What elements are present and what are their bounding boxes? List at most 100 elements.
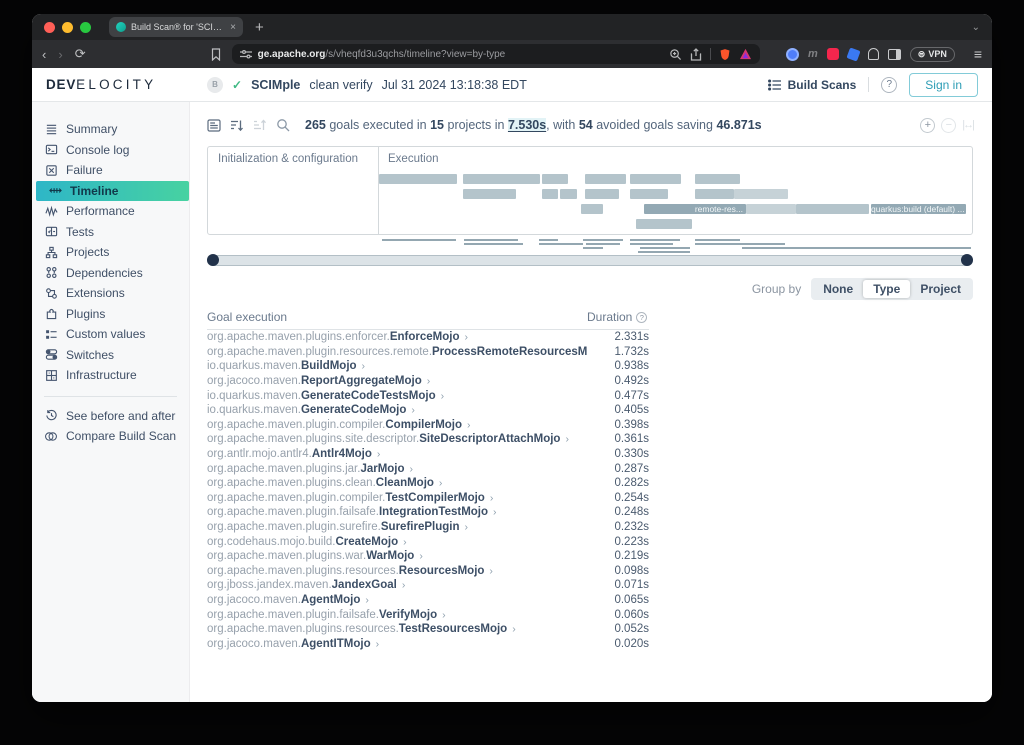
goal-link[interactable]: org.apache.maven.plugin.compiler.TestCom…: [207, 492, 587, 504]
zoom-page-icon[interactable]: [669, 48, 682, 61]
group-by-option-type[interactable]: Type: [863, 280, 910, 298]
red-extension-icon[interactable]: [827, 48, 839, 60]
sidebar-item-plugins[interactable]: Plugins: [32, 304, 189, 325]
sidebar-toggle-icon[interactable]: [888, 49, 901, 60]
timeline-bar-labeled[interactable]: quarkus:build (default) ...: [871, 204, 966, 214]
minimize-window-button[interactable]: [62, 22, 73, 33]
goal-link[interactable]: org.apache.maven.plugins.resources.TestR…: [207, 623, 587, 635]
forward-button[interactable]: ›: [58, 47, 62, 62]
sidebar-item-timeline[interactable]: Timeline: [36, 181, 189, 202]
sidebar-item-projects[interactable]: Projects: [32, 242, 189, 263]
timeline-bar[interactable]: [630, 189, 668, 199]
goal-link[interactable]: org.apache.maven.plugin.failsafe.Integra…: [207, 506, 587, 518]
timeline-bar[interactable]: [463, 174, 540, 184]
site-settings-icon[interactable]: [240, 49, 252, 59]
timeline-bar[interactable]: [585, 189, 619, 199]
zoom-out-button[interactable]: −: [941, 118, 956, 133]
goal-link[interactable]: org.apache.maven.plugin.compiler.Compile…: [207, 419, 587, 431]
goal-link[interactable]: org.apache.maven.plugins.jar.JarMojo›: [207, 463, 587, 475]
goal-link[interactable]: org.jacoco.maven.ReportAggregateMojo›: [207, 375, 587, 387]
bookmark-icon[interactable]: [210, 48, 222, 61]
timeline-bar[interactable]: [585, 174, 626, 184]
goal-link[interactable]: org.jacoco.maven.AgentITMojo›: [207, 638, 587, 650]
timeline-bar[interactable]: [581, 204, 603, 214]
timeline-bar[interactable]: [542, 189, 558, 199]
timeline-range-slider[interactable]: [207, 255, 973, 266]
goal-link[interactable]: org.apache.maven.plugins.resources.Resou…: [207, 565, 587, 577]
goal-link[interactable]: org.apache.maven.plugin.surefire.Surefir…: [207, 521, 587, 533]
timeline-bar[interactable]: [630, 174, 681, 184]
goal-link[interactable]: io.quarkus.maven.GenerateCodeMojo›: [207, 404, 587, 416]
timeline-bar[interactable]: [695, 189, 734, 199]
sort-descending-icon[interactable]: [230, 119, 244, 132]
timeline-bar-labeled[interactable]: remote-res...: [644, 204, 746, 214]
sidebar-item-infrastructure[interactable]: Infrastructure: [32, 365, 189, 386]
m-extension-icon[interactable]: m: [808, 48, 818, 60]
vpn-button[interactable]: ⊜VPN: [910, 47, 955, 62]
timeline-bar[interactable]: [463, 189, 516, 199]
sidebar-item-performance[interactable]: Performance: [32, 201, 189, 222]
maximize-window-button[interactable]: [80, 22, 91, 33]
fit-width-button[interactable]: |↔|: [962, 119, 973, 131]
tab-close-icon[interactable]: ×: [230, 22, 236, 33]
slider-right-handle[interactable]: [961, 254, 973, 266]
back-button[interactable]: ‹: [42, 47, 46, 62]
sidebar-item-custom-values[interactable]: Custom values: [32, 324, 189, 345]
browser-tab[interactable]: Build Scan® for 'SCIMple' on ×: [109, 17, 243, 37]
timeline-bar[interactable]: [796, 204, 869, 214]
customvalues-icon: [44, 328, 58, 341]
search-icon[interactable]: [276, 118, 290, 132]
password-extension-icon[interactable]: [786, 48, 799, 61]
goal-link[interactable]: io.quarkus.maven.GenerateCodeTestsMojo›: [207, 390, 587, 402]
goal-link[interactable]: org.codehaus.mojo.build.CreateMojo›: [207, 536, 587, 548]
goal-link[interactable]: org.apache.maven.plugins.enforcer.Enforc…: [207, 331, 587, 343]
details-view-icon[interactable]: [207, 119, 221, 132]
timeline-bar[interactable]: [734, 189, 788, 199]
sidebar-item-switches[interactable]: Switches: [32, 345, 189, 366]
group-by-option-none[interactable]: None: [813, 280, 863, 298]
ghostery-extension-icon[interactable]: [868, 48, 879, 60]
sidebar-item-compare-build-scan[interactable]: Compare Build Scan: [32, 426, 189, 447]
goal-link[interactable]: org.antlr.mojo.antlr4.Antlr4Mojo›: [207, 448, 587, 460]
goal-link[interactable]: org.apache.maven.plugins.site.descriptor…: [207, 433, 587, 445]
sort-ascending-icon[interactable]: [253, 119, 267, 132]
sidebar-item-failure[interactable]: Failure: [32, 160, 189, 181]
brave-shield-icon[interactable]: [719, 48, 731, 61]
sidebar-item-tests[interactable]: Tests: [32, 222, 189, 243]
help-icon[interactable]: ?: [881, 77, 897, 93]
sidebar-item-summary[interactable]: Summary: [32, 119, 189, 140]
goal-link[interactable]: org.apache.maven.plugins.clean.CleanMojo…: [207, 477, 587, 489]
sidebar-item-extensions[interactable]: Extensions: [32, 283, 189, 304]
sidebar-item-dependencies[interactable]: Dependencies: [32, 263, 189, 284]
build-scans-link[interactable]: Build Scans: [768, 78, 857, 92]
share-icon[interactable]: [690, 48, 702, 61]
sidebar-item-see-before-and-after[interactable]: See before and after: [32, 406, 189, 427]
address-bar[interactable]: ge.apache.org/s/vheqfd3u3qchs/timeline?v…: [232, 44, 760, 64]
goal-link[interactable]: org.jacoco.maven.AgentMojo›: [207, 594, 587, 606]
timeline-bar[interactable]: [695, 174, 740, 184]
goal-link[interactable]: org.apache.maven.plugin.failsafe.VerifyM…: [207, 609, 587, 621]
tab-list-chevron-icon[interactable]: ⌄: [972, 22, 980, 33]
duration-help-icon[interactable]: ?: [636, 312, 647, 323]
close-window-button[interactable]: [44, 22, 55, 33]
timeline-bar[interactable]: [379, 174, 457, 184]
goal-link[interactable]: org.apache.maven.plugin.resources.remote…: [207, 346, 587, 358]
browser-tab-bar: Build Scan® for 'SCIMple' on × + ⌄: [32, 14, 992, 40]
goal-link[interactable]: org.jboss.jandex.maven.JandexGoal›: [207, 579, 587, 591]
goal-link[interactable]: org.apache.maven.plugins.war.WarMojo›: [207, 550, 587, 562]
new-tab-button[interactable]: +: [255, 19, 264, 36]
extension-triangle-icon[interactable]: [739, 48, 752, 60]
sidebar-item-console-log[interactable]: Console log: [32, 140, 189, 161]
zoom-in-button[interactable]: +: [920, 118, 935, 133]
goal-link[interactable]: io.quarkus.maven.BuildMojo›: [207, 360, 587, 372]
slider-left-handle[interactable]: [207, 254, 219, 266]
timeline-bar[interactable]: [542, 174, 568, 184]
timeline-bar[interactable]: [636, 219, 692, 229]
timeline-bar[interactable]: [746, 204, 796, 214]
sign-in-button[interactable]: Sign in: [909, 73, 978, 97]
timeline-bar[interactable]: [560, 189, 577, 199]
group-by-option-project[interactable]: Project: [910, 280, 971, 298]
menu-button[interactable]: ≡: [974, 46, 982, 62]
reload-button[interactable]: ⟳: [75, 46, 86, 62]
blue-extension-icon[interactable]: [846, 47, 860, 61]
